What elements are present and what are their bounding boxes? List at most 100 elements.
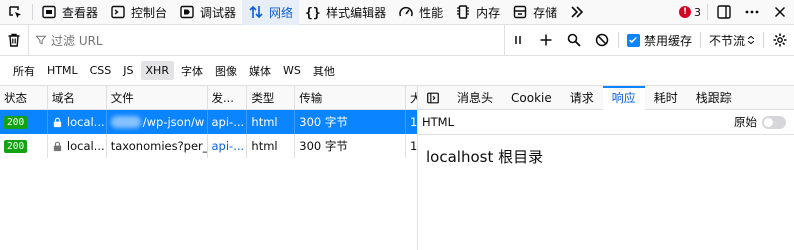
type-filter-fonts[interactable]: 字体 (176, 61, 208, 80)
tab-console[interactable]: 控制台 (104, 0, 173, 25)
lock-icon (53, 141, 62, 151)
more-tools-button[interactable] (563, 0, 591, 25)
type-filter-html[interactable]: HTML (42, 61, 83, 80)
braces-icon: {} (305, 6, 321, 20)
domain-text: local... (66, 139, 105, 153)
type-filter-media[interactable]: 媒体 (244, 61, 276, 80)
tab-cookies[interactable]: Cookie (502, 86, 561, 110)
details-tab-bar: 消息头 Cookie 请求 响应 耗时 栈跟踪 (418, 85, 794, 110)
tab-debugger[interactable]: 调试器 (173, 0, 242, 25)
tab-request[interactable]: 请求 (561, 86, 603, 110)
type-filter-xhr[interactable]: XHR (140, 61, 174, 80)
chevron-double-right-icon (571, 6, 584, 18)
tab-style-editor[interactable]: {} 样式编辑器 (299, 0, 392, 25)
tab-network-label: 网络 (269, 5, 294, 20)
throttling-select[interactable]: 不节流 (703, 32, 761, 49)
type-cell: html (247, 134, 296, 158)
tab-console-label: 控制台 (131, 5, 168, 20)
tab-memory-label: 内存 (476, 5, 501, 20)
ellipsis-icon (745, 10, 759, 14)
pause-icon (515, 36, 522, 44)
filterbar-divider (617, 32, 619, 48)
column-header-status[interactable]: 状态 (0, 86, 48, 109)
dock-button[interactable] (710, 0, 738, 25)
initiator-cell: api-... (208, 134, 248, 158)
column-header-file[interactable]: 文件 (107, 86, 208, 109)
type-filter-ws[interactable]: WS (278, 61, 306, 80)
tab-inspector-label: 查看器 (62, 5, 99, 20)
domain-text: local... (66, 115, 105, 129)
console-icon (111, 5, 125, 19)
response-body: localhost 根目录 (426, 148, 544, 166)
column-header-type[interactable]: 类型 (247, 86, 296, 109)
request-details-panel: 消息头 Cookie 请求 响应 耗时 栈跟踪 HTML 原始 localhos… (418, 85, 794, 250)
initiator-link[interactable]: api-... (212, 139, 245, 153)
request-type-filters: 所有 HTML CSS JS XHR 字体 图像 媒体 WS 其他 (0, 56, 794, 86)
tab-performance[interactable]: 性能 (392, 0, 449, 25)
status-cell: 200 (0, 134, 48, 158)
initiator-link[interactable]: api-... (212, 115, 245, 129)
column-header-domain[interactable]: 域名 (48, 86, 107, 109)
storage-icon (513, 5, 527, 19)
raw-toggle[interactable]: 原始 (734, 114, 786, 130)
search-button[interactable] (560, 25, 588, 56)
tab-response[interactable]: 响应 (602, 85, 645, 110)
tab-network[interactable]: 网络 (242, 0, 300, 25)
clear-requests-button[interactable] (0, 25, 28, 56)
column-header-transferred[interactable]: 传输 (295, 86, 407, 109)
filterbar-divider (763, 32, 764, 48)
close-icon (774, 6, 786, 18)
tab-inspector[interactable]: 查看器 (35, 0, 104, 25)
tab-timings[interactable]: 耗时 (645, 86, 687, 110)
filter-url-input[interactable]: 过滤 URL (28, 24, 504, 56)
add-blocking-button[interactable] (532, 25, 560, 56)
status-badge: 200 (4, 115, 28, 129)
table-row[interactable]: 200 local... /wp-json/w api-... html 300… (0, 110, 417, 134)
gear-icon (773, 33, 787, 47)
dock-side-icon (717, 5, 731, 19)
filter-url-placeholder: 过滤 URL (51, 33, 103, 48)
toolbar-divider (32, 4, 33, 20)
close-devtools-button[interactable] (766, 0, 794, 25)
throttling-value: 不节流 (708, 33, 745, 48)
tab-debugger-label: 调试器 (200, 5, 237, 20)
disable-cache-label: 禁用缓存 (643, 33, 692, 48)
tab-storage[interactable]: 存储 (506, 0, 563, 25)
error-count-badge[interactable]: ! 3 (679, 6, 701, 19)
column-header-initiator[interactable]: 发... (208, 86, 248, 109)
column-header-size[interactable]: 大 (406, 86, 417, 109)
disable-cache-checkbox[interactable]: 禁用缓存 (621, 32, 698, 49)
status-cell: 200 (0, 110, 48, 134)
network-settings-button[interactable] (766, 25, 794, 56)
type-filter-js[interactable]: JS (118, 61, 138, 80)
type-filter-all[interactable]: 所有 (8, 61, 40, 80)
size-cell: 1 (410, 115, 417, 129)
response-header-bar: HTML 原始 (418, 110, 794, 135)
table-row[interactable]: 200 local... taxonomies?per_p api-... ht… (0, 134, 417, 158)
tab-stack-trace[interactable]: 栈跟踪 (687, 86, 741, 110)
type-filter-images[interactable]: 图像 (210, 61, 242, 80)
request-table: 状态 域名 文件 发... 类型 传输 大 200 local... /wp-j… (0, 86, 418, 250)
status-badge: 200 (4, 139, 28, 153)
toggle-sidebar-button[interactable] (418, 86, 448, 110)
trash-icon (8, 33, 20, 47)
pause-button[interactable] (503, 24, 532, 56)
toggle-switch-icon (762, 115, 786, 129)
tab-headers[interactable]: 消息头 (448, 86, 502, 110)
element-picker-icon (9, 6, 21, 18)
search-icon (567, 33, 581, 47)
element-picker-button[interactable] (0, 0, 30, 25)
more-options-button[interactable] (738, 0, 766, 25)
file-text: /wp-json/w (142, 115, 205, 129)
devtools-toolbar: 查看器 控制台 调试器 网络 {} 样式编辑器 性能 内存 存储 ! 3 (0, 0, 794, 25)
type-filter-css[interactable]: CSS (85, 61, 117, 80)
inspector-icon (42, 5, 56, 19)
file-cell: taxonomies?per_p (107, 134, 208, 158)
tab-storage-label: 存储 (533, 5, 558, 20)
raw-toggle-label: 原始 (734, 115, 757, 129)
block-requests-button[interactable] (588, 25, 616, 56)
updown-chevron-icon (747, 35, 755, 45)
type-filter-other[interactable]: 其他 (308, 61, 340, 80)
tab-memory[interactable]: 内存 (449, 0, 506, 25)
size-cell: 1 (410, 139, 417, 153)
